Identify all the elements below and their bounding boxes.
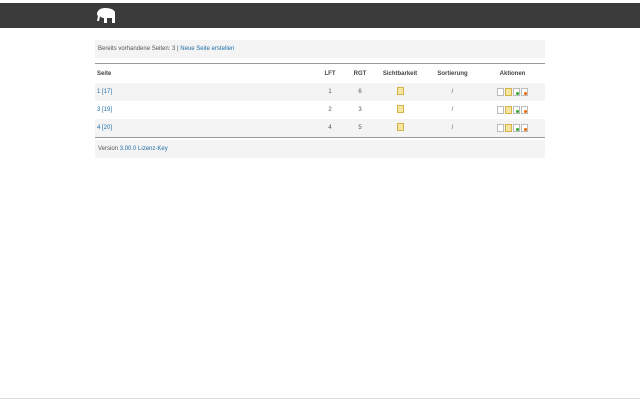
add-icon[interactable] [513,106,520,114]
view-icon[interactable] [497,124,504,132]
sort-value: / [451,107,454,113]
delete-icon[interactable] [521,106,528,114]
lft-value: 4 [328,125,332,131]
lft-value: 2 [328,107,332,113]
version-label: Version [98,146,119,152]
page-link[interactable]: 1 [17] [97,89,112,95]
visibility-icon[interactable] [396,123,404,131]
table-header: Seite LFT RGT Sichtbarkeit Sortierung Ak… [95,64,545,83]
delete-icon[interactable] [521,124,528,132]
rgt-value: 3 [358,107,362,113]
view-icon[interactable] [497,88,504,96]
version-link[interactable]: 3.00.0 [120,146,137,152]
col-sortierung: Sortierung [437,70,468,77]
pages-table: Seite LFT RGT Sichtbarkeit Sortierung Ak… [95,63,545,138]
license-key-link[interactable]: Lizenz-Key [138,146,168,152]
elephant-logo-icon[interactable] [95,7,117,24]
lft-value: 1 [328,89,332,95]
visibility-icon[interactable] [396,105,404,113]
add-icon[interactable] [513,88,520,96]
col-lft: LFT [324,70,336,77]
rgt-value: 6 [358,89,362,95]
page-link[interactable]: 3 [19] [97,107,112,113]
footer: Version 3.00.0 Lizenz-Key [95,140,545,158]
sort-value: / [451,89,454,95]
col-aktionen: Aktionen [499,70,526,77]
delete-icon[interactable] [521,88,528,96]
visibility-icon[interactable] [396,87,404,95]
edit-icon[interactable] [505,88,512,96]
view-icon[interactable] [497,106,504,114]
col-rgt: RGT [353,70,367,77]
sort-value: / [451,125,454,131]
col-seite: Seite [97,70,112,77]
edit-icon[interactable] [505,106,512,114]
table-row: 3 [19] 2 3 / [95,101,545,119]
page-link[interactable]: 4 [20] [97,125,112,131]
table-row: 1 [17] 1 6 / [95,83,545,101]
divider [0,398,640,399]
info-bar: Bereits vorhandene Seiten: 3 | Neue Seit… [95,40,545,58]
page-count-text: Bereits vorhandene Seiten: 3 | [98,46,179,52]
table-row: 4 [20] 4 5 / [95,119,545,137]
col-sichtbarkeit: Sichtbarkeit [382,70,418,77]
new-page-link[interactable]: Neue Seite erstellen [180,46,234,52]
rgt-value: 5 [358,125,362,131]
add-icon[interactable] [513,124,520,132]
edit-icon[interactable] [505,124,512,132]
top-bar [0,3,640,28]
